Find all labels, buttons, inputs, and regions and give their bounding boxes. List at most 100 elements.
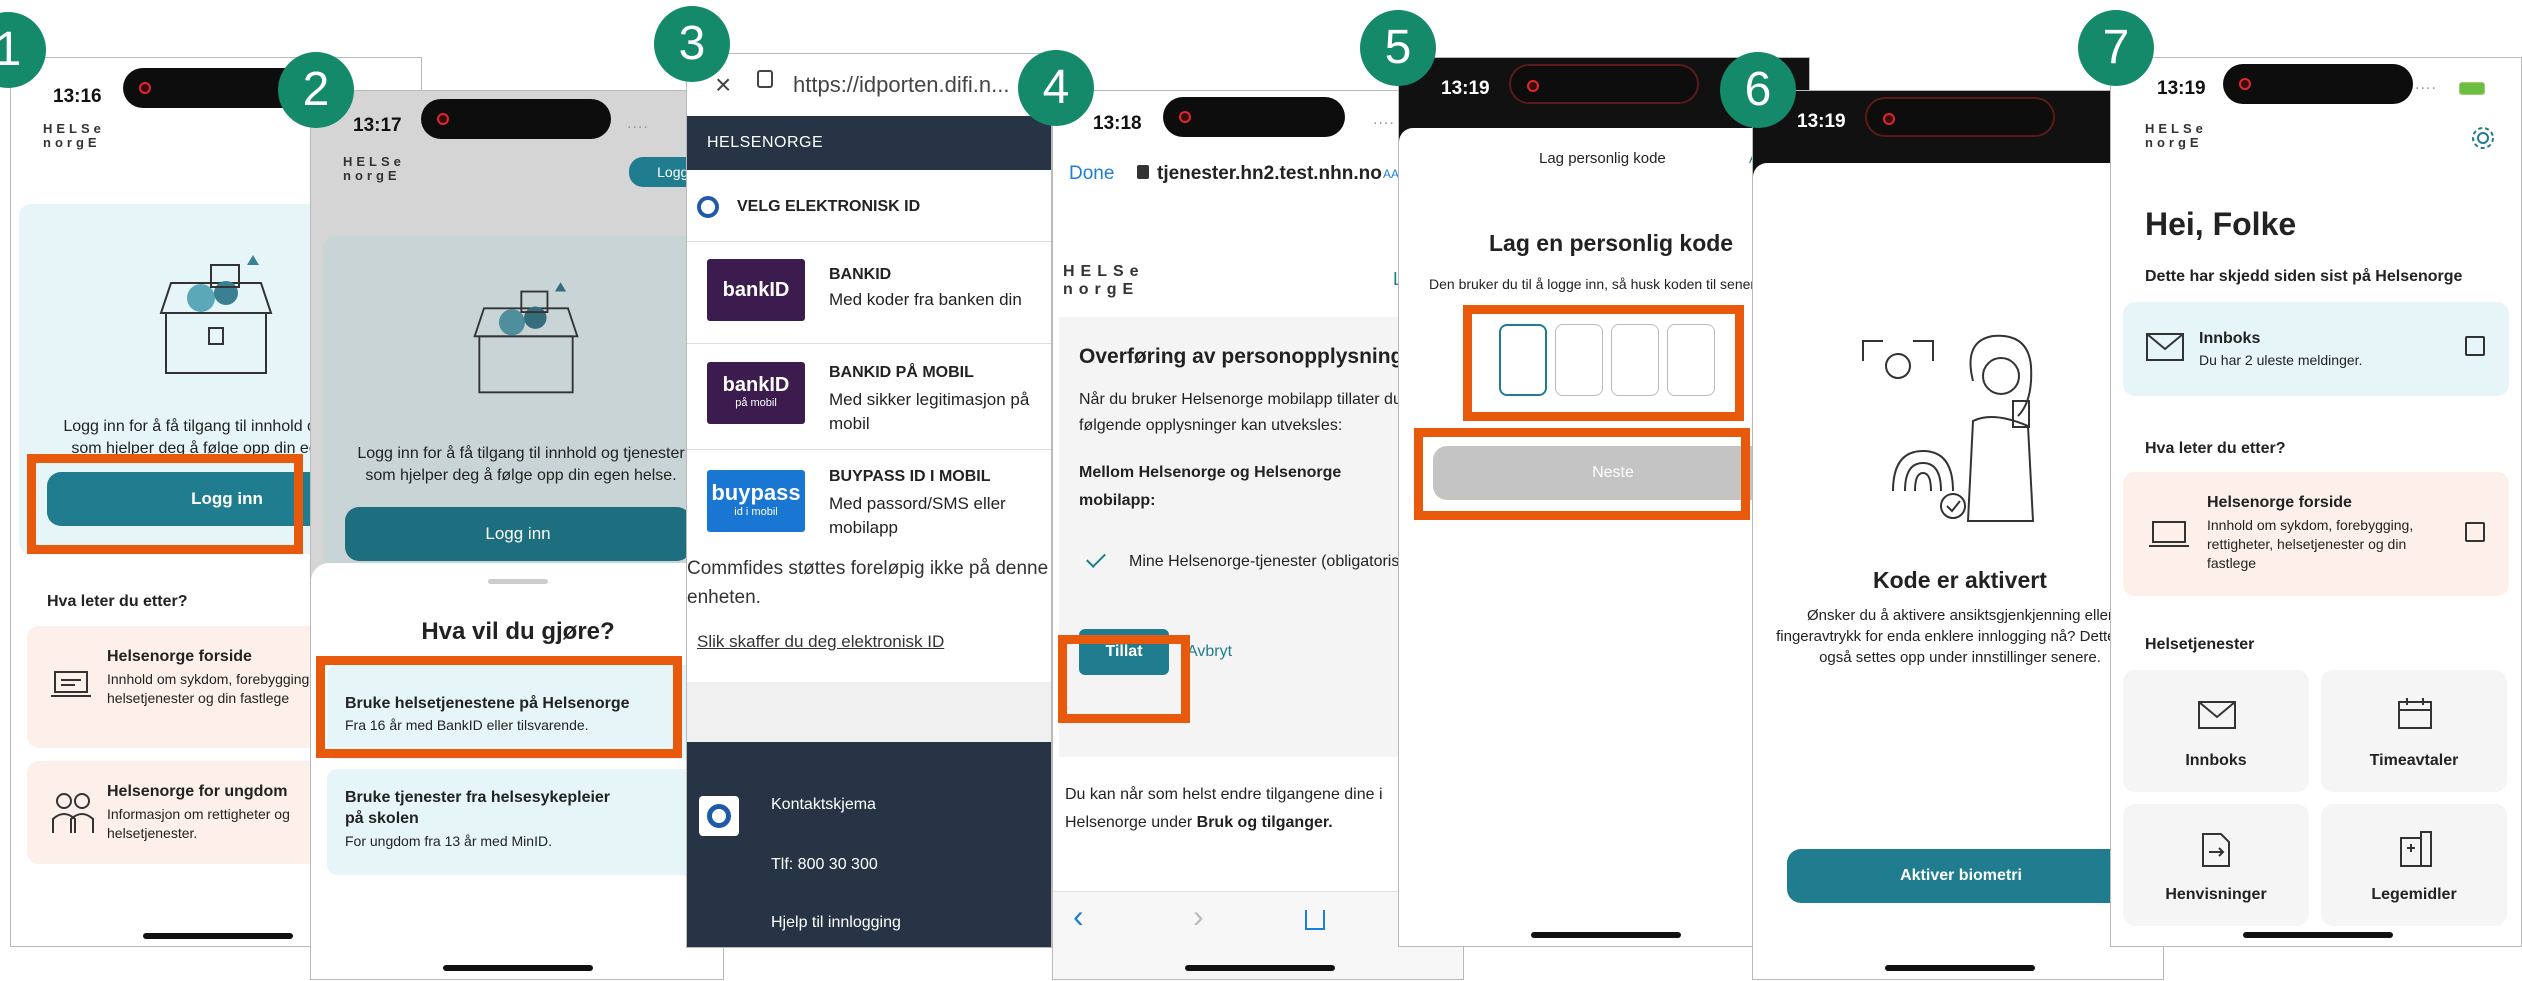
id-option-bankid-mobile[interactable]: bankID på mobil BANKID PÅ MOBIL Med sikk…	[687, 346, 1051, 450]
dynamic-island	[1865, 97, 2055, 137]
section-title: Hva leter du etter?	[47, 593, 188, 610]
checkmark-icon	[1086, 548, 1106, 568]
id-title: BUYPASS ID I MOBIL	[829, 468, 991, 485]
screen-3-idporten: × https://idporten.difi.n... HELSENORGE …	[686, 53, 1052, 948]
tile-label: Legemidler	[2371, 886, 2457, 903]
biometric-illustration	[1862, 334, 2035, 522]
highlight-next-button	[1414, 428, 1750, 520]
choose-id-title: VELG ELEKTRONISK ID	[737, 198, 921, 215]
activate-biometrics-button[interactable]: Aktiver biometri	[1787, 849, 2135, 903]
tile-medicines[interactable]: Legemidler	[2321, 804, 2507, 926]
screen-7-home: 13:19 .... HELSe norgE Hei, Folke Dette h…	[2110, 57, 2522, 947]
login-button[interactable]: Logg inn	[345, 507, 691, 561]
site-footer: Kontaktskjema Tlf: 800 30 300 Hjelp til …	[687, 742, 1051, 947]
close-icon[interactable]: ×	[715, 69, 731, 101]
screen-2-choose-service: 13:17 .... HELSe norgE Logg inn Logg inn …	[310, 90, 724, 980]
status-time: 13:19	[1441, 78, 1490, 99]
cancel-button[interactable]: Avbryt	[1187, 643, 1232, 661]
share-icon[interactable]	[1305, 910, 1325, 930]
step-badge-6: 6	[1720, 52, 1796, 128]
status-bar: 13:19	[1753, 91, 2163, 151]
tile-inbox[interactable]: Innboks	[2123, 670, 2309, 792]
footer-contact-link[interactable]: Kontaktskjema	[771, 796, 876, 814]
helsenorge-logo: HELSe norgE	[43, 121, 105, 150]
browser-bar: × https://idporten.difi.n...	[687, 54, 1051, 116]
highlight-allow-button	[1058, 635, 1190, 723]
tile-referrals[interactable]: Henvisninger	[2123, 804, 2309, 926]
status-bar: 13:19 ....	[2111, 58, 2521, 118]
services-title: Helsetjenester	[2145, 636, 2255, 653]
option-title: Bruke tjenester fra helsesykepleier på s…	[345, 789, 611, 827]
signal-dots: ....	[627, 115, 649, 132]
since-last-title: Dette har skjedd siden sist på Helsenorg…	[2145, 268, 2463, 285]
dynamic-island	[421, 99, 611, 139]
action-sheet: Hva vil du gjøre? Bruke helsetjenestene …	[311, 563, 723, 979]
envelope-icon	[2146, 333, 2184, 361]
id-option-buypass[interactable]: buypass id i mobil BUYPASS ID I MOBIL Me…	[687, 452, 1051, 556]
consent-footnote: Du kan når som helst endre tilgangene di…	[1065, 786, 1383, 831]
home-indicator	[143, 933, 293, 939]
battery-icon	[2459, 82, 2485, 95]
id-desc: Med sikker legitimasjon på mobil	[829, 390, 1030, 433]
tile-appointments[interactable]: Timeavtaler	[2321, 670, 2507, 792]
step-badge-2: 2	[278, 52, 354, 128]
idporten-footer-icon	[699, 796, 739, 836]
sheet-grabber[interactable]	[488, 579, 548, 584]
activated-desc: Ønsker du å aktivere ansiktsgjenkjenning…	[1776, 607, 2144, 666]
medicine-icon	[2400, 831, 2432, 867]
get-eid-link[interactable]: Slik skaffer du deg elektronisk ID	[697, 632, 944, 652]
step-badge-7: 7	[2078, 10, 2154, 86]
id-title: BANKID	[829, 266, 892, 283]
helsenorge-front-card[interactable]: Helsenorge forside Innhold om sykdom, fo…	[2123, 472, 2509, 596]
id-title: BANKID PÅ MOBIL	[829, 364, 974, 381]
card-desc: Du har 2 uleste meldinger.	[2199, 352, 2363, 368]
step-badge-4: 4	[1018, 50, 1094, 126]
id-option-bankid[interactable]: bankID BANKID Med koder fra banken din	[687, 244, 1051, 344]
reader-button[interactable]: AA	[1383, 167, 1399, 181]
inbox-card[interactable]: Innboks Du har 2 uleste meldinger.	[2123, 302, 2509, 396]
step-badge-5: 5	[1360, 10, 1436, 86]
bankid-mobile-logo: bankID på mobil	[707, 362, 805, 424]
dynamic-island	[1509, 64, 1699, 104]
screen-6-code-activated: 13:19 Kode er aktivert Ønsker du å aktiv…	[1752, 90, 2164, 980]
document-arrow-icon	[2202, 833, 2230, 867]
dynamic-island	[2223, 64, 2413, 104]
footer-phone: Tlf: 800 30 300	[771, 856, 878, 873]
bankid-logo: bankID	[707, 259, 805, 321]
signal-dots: ....	[1373, 111, 1395, 128]
footer-help-link[interactable]: Hjelp til innlogging	[771, 914, 901, 932]
gear-icon[interactable]	[2469, 124, 2497, 152]
home-indicator	[1885, 965, 2035, 971]
tile-label: Henvisninger	[2165, 886, 2267, 903]
status-time: 13:19	[2157, 78, 2206, 99]
greeting: Hei, Folke	[2145, 206, 2297, 242]
nav-title: Lag personlig kode	[1539, 150, 1666, 167]
home-indicator	[2243, 932, 2393, 938]
tile-label: Innboks	[2185, 752, 2247, 769]
card-desc: Innhold om sykdom, forebygging, rettighe…	[2207, 517, 2414, 571]
highlight-pin-fields	[1463, 305, 1744, 421]
helsenorge-logo: HELSe norgE	[1063, 263, 1145, 298]
option-school-nurse[interactable]: Bruke tjenester fra helsesykepleier på s…	[327, 769, 709, 875]
laptop-icon	[2149, 521, 2189, 547]
treasure-chest-illustration	[159, 255, 273, 374]
external-link-icon	[2465, 336, 2485, 356]
step-badge-3: 3	[654, 6, 730, 82]
status-time: 13:18	[1093, 113, 1142, 134]
done-button[interactable]: Done	[1069, 163, 1114, 185]
section-title: Hva leter du etter?	[2145, 440, 2286, 457]
helsenorge-logo: HELSe norgE	[343, 154, 405, 183]
back-icon[interactable]: ‹	[1073, 898, 1084, 935]
lock-icon	[1137, 165, 1149, 179]
status-time: 13:19	[1797, 111, 1846, 132]
youth-icon	[52, 793, 94, 833]
card-title: Innboks	[2199, 330, 2261, 347]
home-indicator	[1531, 932, 1681, 938]
highlight-login-button	[27, 454, 303, 554]
idporten-icon	[697, 196, 719, 218]
welcome-text: Logg inn for å få tilgang til innhold og…	[357, 445, 685, 484]
forward-icon[interactable]: ›	[1193, 898, 1204, 935]
url-text: tjenester.hn2.test.nhn.no	[1157, 163, 1382, 184]
site-header: HELSENORGE	[687, 116, 1051, 170]
card-title: Helsenorge for ungdom	[107, 783, 288, 800]
